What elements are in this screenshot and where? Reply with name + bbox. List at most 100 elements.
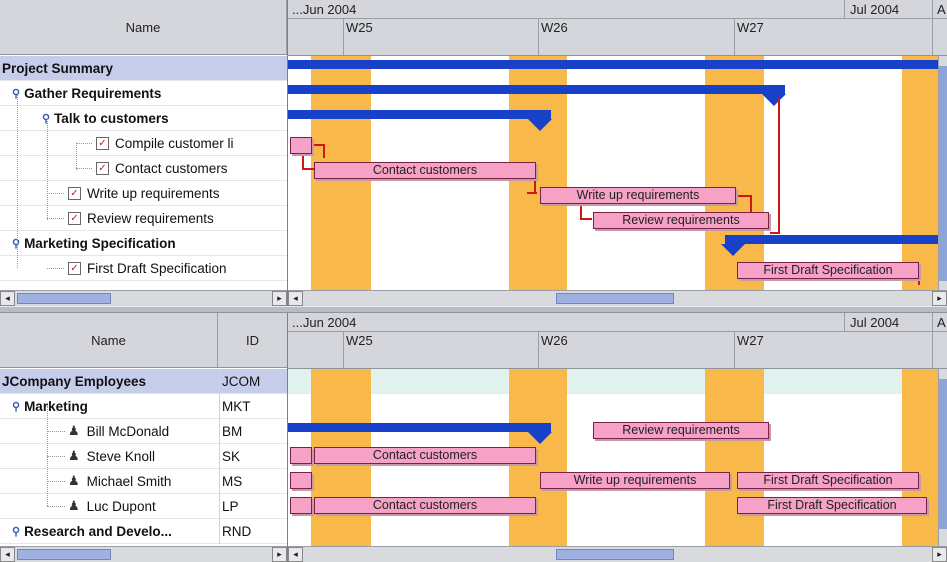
pane-splitter[interactable]	[0, 306, 947, 313]
tree-row-marketing-specification[interactable]: ⚲ Marketing Specification	[0, 231, 287, 256]
resource-row-jcompany[interactable]: JCompany Employees JCOM	[0, 369, 287, 394]
vertical-scroll-thumb[interactable]	[939, 379, 947, 529]
weekend-stripe	[705, 369, 764, 546]
row-label: Compile customer li	[115, 135, 234, 151]
row-label: Gather Requirements	[24, 85, 162, 101]
dependency-line	[778, 98, 780, 233]
tree-horizontal-scrollbar[interactable]: ◂ ▸	[0, 546, 287, 562]
scroll-thumb[interactable]	[17, 293, 111, 304]
task-checkbox-icon[interactable]: ✓	[68, 261, 81, 275]
task-checkbox-icon[interactable]: ✓	[96, 161, 109, 175]
row-label: Contact customers	[115, 160, 228, 176]
scroll-left-icon[interactable]: ◂	[0, 291, 15, 306]
tree-row-write-up-requirements[interactable]: ✓ Write up requirements	[0, 181, 287, 206]
week-divider	[343, 331, 344, 368]
dependency-line	[323, 144, 325, 158]
task-checkbox-icon[interactable]: ✓	[68, 211, 81, 225]
talk-to-customers-bar[interactable]	[288, 110, 551, 119]
tree-horizontal-scrollbar[interactable]: ◂ ▸	[0, 290, 287, 306]
id-column-header[interactable]: ID	[218, 313, 287, 367]
tree-guide-line	[76, 143, 77, 170]
row-label: Michael Smith	[86, 473, 172, 489]
tree-guide-line	[47, 456, 65, 457]
resource-row-marketing[interactable]: ⚲ Marketing MKT	[0, 394, 287, 419]
row-id: MKT	[222, 398, 251, 414]
timeline-header: ...Jun 2004 Jul 2004 A W25 W26 W27	[288, 0, 947, 56]
review-requirements-bar[interactable]: Review requirements	[593, 212, 769, 229]
row-label: Talk to customers	[54, 110, 169, 126]
name-column-header[interactable]: Name	[0, 0, 287, 54]
project-summary-bar[interactable]	[288, 60, 947, 69]
scroll-right-icon[interactable]: ▸	[932, 291, 947, 306]
luc-dupont-small-task-bar[interactable]	[290, 497, 312, 514]
resource-row-luc-dupont[interactable]: ♟ Luc Dupont LP	[0, 494, 287, 519]
scroll-left-icon[interactable]: ◂	[288, 547, 303, 562]
resource-row-research-and-development[interactable]: ⚲ Research and Develo... RND	[0, 519, 287, 544]
summary-end-marker	[528, 432, 552, 444]
gantt-horizontal-scrollbar[interactable]: ◂ ▸	[288, 290, 947, 306]
expand-pin-icon[interactable]: ⚲	[12, 525, 20, 538]
expand-pin-icon[interactable]: ⚲	[12, 400, 20, 413]
tree-guide-line	[47, 481, 65, 482]
review-requirements-bar[interactable]: Review requirements	[593, 422, 769, 439]
dependency-line	[527, 192, 537, 194]
row-label: JCompany Employees	[2, 373, 147, 389]
gantt-vertical-scrollbar[interactable]	[938, 56, 947, 290]
michael-smith-small-task-bar[interactable]	[290, 472, 312, 489]
tree-row-project-summary[interactable]: Project Summary	[0, 56, 287, 81]
scroll-left-icon[interactable]: ◂	[0, 547, 15, 562]
month-label: A	[937, 315, 946, 330]
header-divider	[288, 18, 947, 19]
name-column-header[interactable]: Name	[0, 313, 218, 367]
resource-row-michael-smith[interactable]: ♟ Michael Smith MS	[0, 469, 287, 494]
contact-customers-bar[interactable]: Contact customers	[314, 162, 536, 179]
contact-customers-bar[interactable]: Contact customers	[314, 497, 536, 514]
row-label: Marketing	[24, 398, 88, 414]
write-up-requirements-bar[interactable]: Write up requirements	[540, 187, 736, 204]
scroll-thumb[interactable]	[556, 293, 674, 304]
gantt-row-highlight	[288, 369, 947, 394]
tree-row-contact-customers[interactable]: ✓ Contact customers	[0, 156, 287, 181]
marketing-specification-bar[interactable]	[725, 235, 947, 244]
week-divider	[932, 18, 933, 55]
dependency-line	[302, 155, 304, 169]
tree-row-first-draft-specification[interactable]: ✓ First Draft Specification	[0, 256, 287, 281]
write-up-requirements-bar[interactable]: Write up requirements	[540, 472, 730, 489]
header-divider	[288, 331, 947, 332]
gather-requirements-bar[interactable]	[288, 85, 785, 94]
scroll-thumb[interactable]	[556, 549, 674, 560]
summary-end-marker	[762, 94, 786, 106]
row-id: BM	[222, 423, 243, 439]
task-checkbox-icon[interactable]: ✓	[68, 186, 81, 200]
steve-knoll-small-task-bar[interactable]	[290, 447, 312, 464]
contact-customers-bar[interactable]: Contact customers	[314, 447, 536, 464]
tree-row-review-requirements[interactable]: ✓ Review requirements	[0, 206, 287, 231]
scroll-right-icon[interactable]: ▸	[932, 547, 947, 562]
tree-row-gather-requirements[interactable]: ⚲ Gather Requirements	[0, 81, 287, 106]
vertical-scroll-thumb[interactable]	[939, 66, 947, 281]
resource-row-bill-mcdonald[interactable]: ♟ Bill McDonald BM	[0, 419, 287, 444]
tree-row-talk-to-customers[interactable]: ⚲ Talk to customers	[0, 106, 287, 131]
person-icon: ♟	[68, 473, 80, 488]
month-divider	[844, 0, 845, 18]
timeline-header: ...Jun 2004 Jul 2004 A W25 W26 W27	[288, 313, 947, 369]
gantt-vertical-scrollbar[interactable]	[938, 369, 947, 546]
first-draft-specification-bar[interactable]: First Draft Specification	[737, 262, 919, 279]
resource-tree-table: Name ID JCompany Employees JCOM ⚲ Marketi…	[0, 313, 288, 562]
first-draft-specification-bar[interactable]: First Draft Specification	[737, 497, 927, 514]
row-id: JCOM	[222, 373, 261, 389]
task-checkbox-icon[interactable]: ✓	[96, 136, 109, 150]
scroll-right-icon[interactable]: ▸	[272, 547, 287, 562]
scroll-thumb[interactable]	[17, 549, 111, 560]
month-label: Jul 2004	[850, 2, 900, 17]
row-label: Project Summary	[2, 60, 114, 76]
scroll-right-icon[interactable]: ▸	[272, 291, 287, 306]
resource-row-steve-knoll[interactable]: ♟ Steve Knoll SK	[0, 444, 287, 469]
first-draft-specification-bar[interactable]: First Draft Specification	[737, 472, 919, 489]
scroll-left-icon[interactable]: ◂	[288, 291, 303, 306]
resource-gantt-chart: ...Jun 2004 Jul 2004 A W25 W26 W27 Revie…	[288, 313, 947, 562]
bill-mcdonald-summary-bar[interactable]	[288, 423, 551, 432]
gantt-horizontal-scrollbar[interactable]: ◂ ▸	[288, 546, 947, 562]
tree-row-compile-customer-list[interactable]: ✓ Compile customer li	[0, 131, 287, 156]
compile-customer-list-bar[interactable]	[290, 137, 312, 154]
